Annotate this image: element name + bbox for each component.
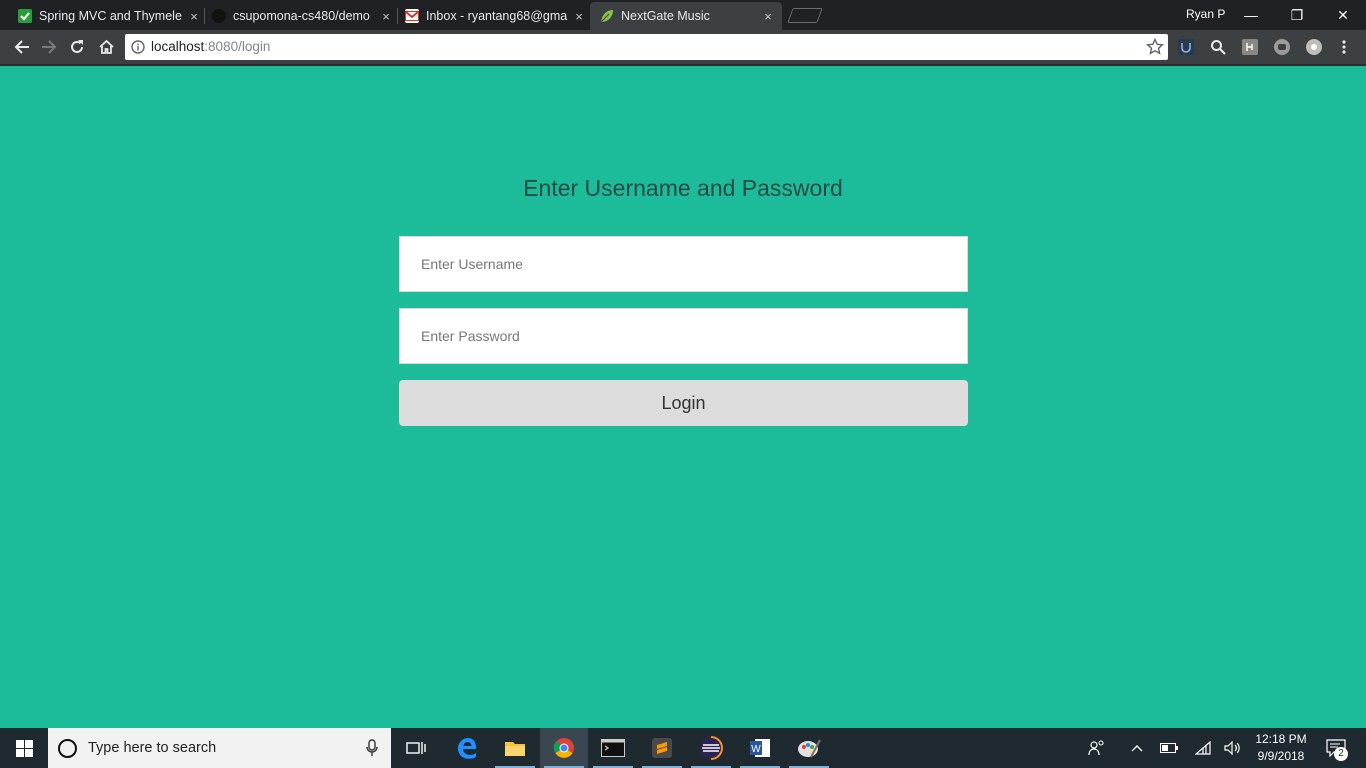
forward-button[interactable] [37, 35, 61, 59]
wifi-icon[interactable] [1192, 728, 1214, 768]
tab-strip: Spring MVC and Thymele × csupomona-cs480… [0, 0, 1366, 30]
spring-leaf-icon [600, 9, 614, 23]
zoom-icon[interactable] [1210, 39, 1226, 55]
browser-toolbar: localhost:8080/login [0, 30, 1366, 64]
volume-icon[interactable] [1222, 728, 1244, 768]
tab-title: Spring MVC and Thymele [39, 9, 182, 23]
extension-icon[interactable] [1274, 39, 1290, 55]
extension-icon[interactable] [1242, 39, 1258, 55]
battery-icon[interactable] [1158, 728, 1180, 768]
terminal-icon[interactable] [589, 728, 637, 768]
bookmark-star-icon[interactable] [1146, 38, 1164, 56]
tab-title: csupomona-cs480/demo [233, 9, 370, 23]
system-clock[interactable]: 12:18 PM 9/9/2018 [1250, 731, 1312, 765]
tab-title: NextGate Music [621, 9, 710, 23]
taskbar: Type here to search W 12:18 PM 9/9/2018 … [0, 728, 1366, 768]
start-button[interactable] [0, 728, 48, 768]
svg-text:W: W [751, 744, 761, 755]
spring-check-icon [18, 9, 32, 23]
microphone-icon[interactable] [365, 739, 379, 757]
back-button[interactable] [10, 35, 34, 59]
restore-button[interactable]: ❐ [1274, 0, 1320, 30]
page-title: Enter Username and Password [523, 175, 843, 201]
action-center-button[interactable]: 2 [1322, 728, 1350, 768]
reload-icon [71, 40, 83, 53]
profile-name[interactable]: Ryan P [1186, 7, 1225, 21]
new-tab-button[interactable] [787, 8, 823, 23]
tab-nextgate-music[interactable]: NextGate Music × [590, 2, 782, 30]
chrome-icon[interactable] [540, 728, 588, 768]
search-placeholder: Type here to search [88, 740, 217, 756]
tab-spring-mvc[interactable]: Spring MVC and Thymele × [18, 2, 202, 30]
tab-close-button[interactable]: × [186, 9, 202, 24]
chevron-up-icon[interactable] [1128, 728, 1146, 768]
password-input[interactable] [399, 308, 968, 364]
clock-date: 9/9/2018 [1257, 749, 1305, 763]
arrow-right-icon [42, 40, 57, 54]
login-button[interactable]: Login [399, 380, 968, 426]
url-text: localhost:8080/login [151, 39, 270, 54]
taskbar-search[interactable]: Type here to search [48, 728, 391, 768]
github-icon [212, 9, 226, 23]
windows-logo-icon [15, 739, 33, 757]
arrow-left-icon [14, 40, 29, 54]
close-window-button[interactable]: ✕ [1320, 0, 1366, 30]
eclipse-icon[interactable] [687, 728, 735, 768]
notification-badge: 2 [1334, 747, 1348, 761]
tab-separator [397, 8, 398, 24]
home-button[interactable] [94, 35, 118, 59]
tab-close-button[interactable]: × [378, 9, 394, 24]
file-explorer-icon[interactable] [491, 728, 539, 768]
tab-separator [204, 8, 205, 24]
tab-github[interactable]: csupomona-cs480/demo × [212, 2, 394, 30]
menu-kebab-icon[interactable] [1336, 39, 1352, 55]
page-divider [0, 64, 1366, 66]
extension-icon[interactable] [1178, 39, 1194, 55]
tab-close-button[interactable]: × [760, 9, 776, 24]
clock-time: 12:18 PM [1255, 732, 1307, 746]
tab-gmail[interactable]: Inbox - ryantang68@gma × [405, 2, 587, 30]
paint-icon[interactable] [785, 728, 833, 768]
home-icon [98, 39, 114, 54]
reload-button[interactable] [65, 35, 89, 59]
people-icon[interactable] [1086, 728, 1108, 768]
tab-close-button[interactable]: × [571, 9, 587, 24]
minimize-button[interactable]: — [1228, 0, 1274, 30]
sublime-text-icon[interactable] [638, 728, 686, 768]
url-path: :8080/login [204, 39, 271, 54]
address-bar[interactable]: localhost:8080/login [125, 34, 1168, 60]
gmail-icon [405, 9, 419, 23]
url-host: localhost [151, 39, 205, 54]
username-input[interactable] [399, 236, 968, 292]
extension-icon[interactable] [1306, 39, 1322, 55]
cortana-icon [58, 739, 77, 758]
info-icon[interactable] [131, 40, 145, 54]
edge-icon[interactable] [443, 728, 491, 768]
tab-title: Inbox - ryantang68@gma [426, 9, 568, 23]
word-icon[interactable]: W [736, 728, 784, 768]
task-view-icon[interactable] [392, 728, 440, 768]
